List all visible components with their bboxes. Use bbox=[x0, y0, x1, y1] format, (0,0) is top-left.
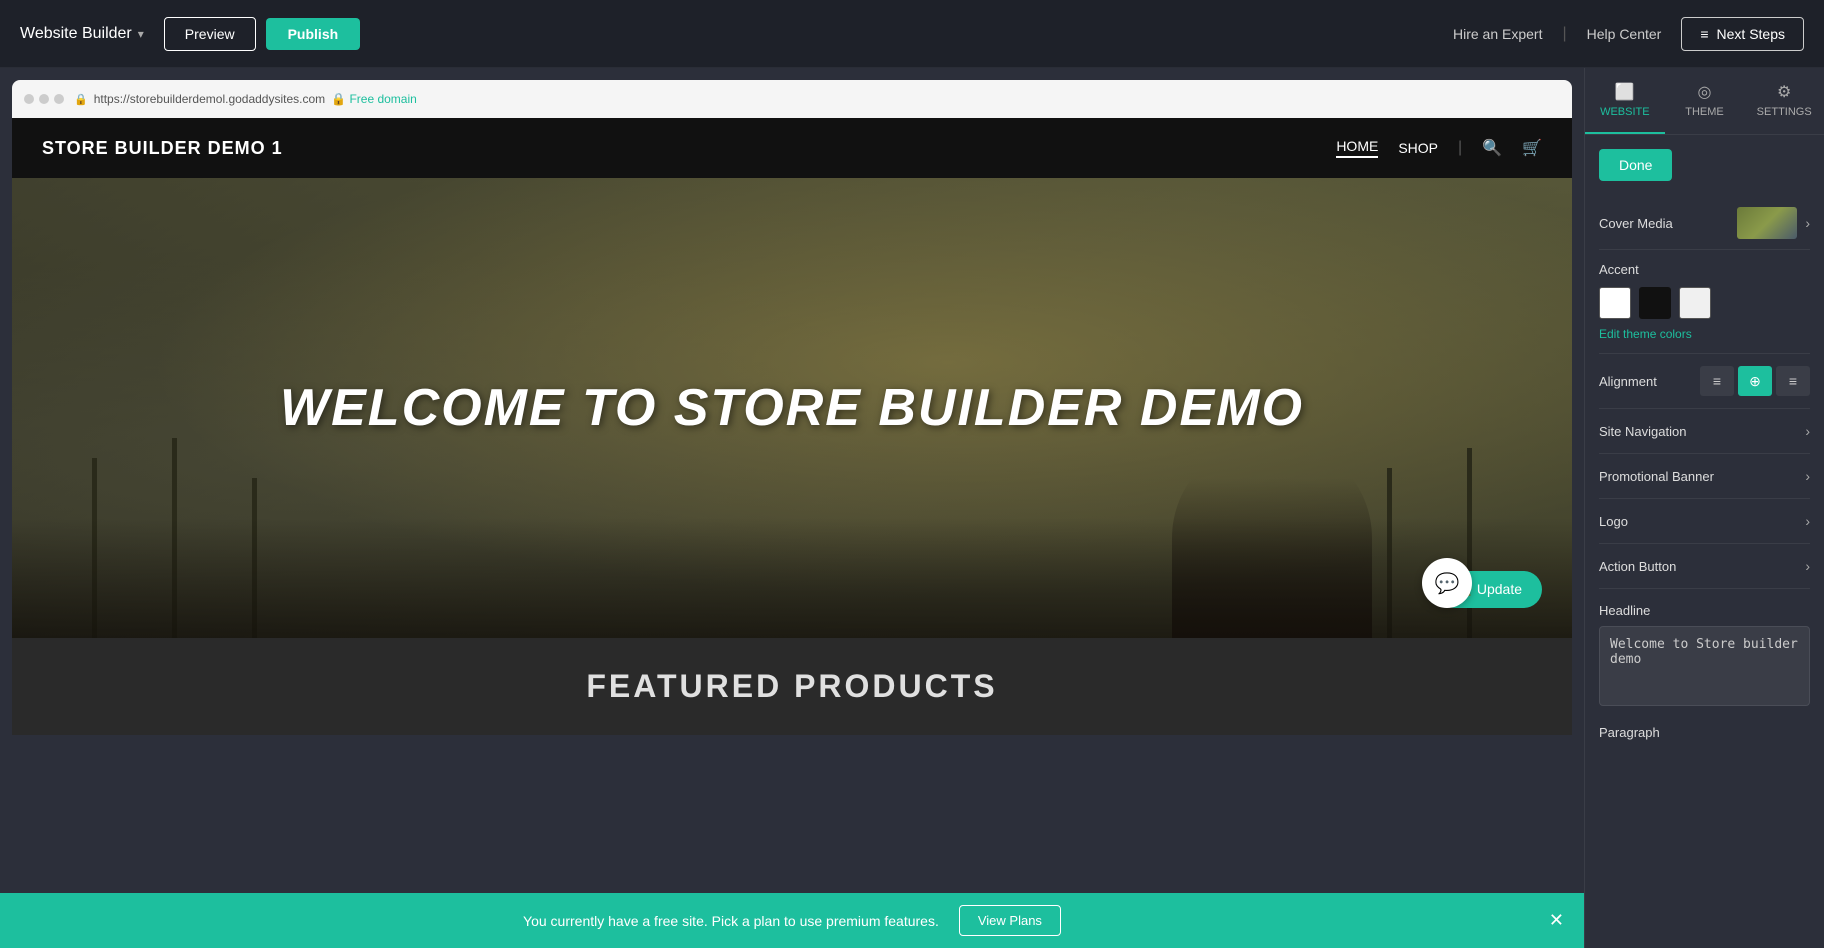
banner-close-button[interactable]: ✕ bbox=[1549, 910, 1564, 931]
dot-red bbox=[24, 94, 34, 104]
logo-section[interactable]: Logo › bbox=[1599, 499, 1810, 544]
headline-section: Headline Welcome to Store builder demo bbox=[1599, 589, 1810, 711]
theme-tab-icon: ◎ bbox=[1698, 82, 1712, 102]
accent-color-black[interactable] bbox=[1639, 287, 1671, 319]
site-navigation-section[interactable]: Site Navigation › bbox=[1599, 409, 1810, 454]
brand-chevron-icon: ▾ bbox=[138, 27, 144, 41]
browser-chrome: 🔒 https://storebuilderdemol.godaddysites… bbox=[12, 80, 1572, 118]
align-center-button[interactable]: ⊕ bbox=[1738, 366, 1772, 396]
accent-section: Accent Edit theme colors bbox=[1599, 250, 1810, 354]
promotional-banner-label: Promotional Banner bbox=[1599, 469, 1714, 484]
hero-section: WELCOME TO STORE BUILDER DEMO 🏠 Update 💬 bbox=[12, 178, 1572, 638]
alignment-section: Alignment ≡ ⊕ ≡ bbox=[1599, 354, 1810, 409]
tab-settings[interactable]: ⚙ SETTINGS bbox=[1744, 68, 1824, 134]
main-layout: 🔒 https://storebuilderdemol.godaddysites… bbox=[0, 68, 1824, 948]
dot-yellow bbox=[39, 94, 49, 104]
site-logo: STORE BUILDER DEMO 1 bbox=[42, 138, 283, 159]
bottom-banner: You currently have a free site. Pick a p… bbox=[0, 893, 1584, 948]
action-button-label: Action Button bbox=[1599, 559, 1676, 574]
accent-color-light[interactable] bbox=[1679, 287, 1711, 319]
site-nav-links: HOME SHOP | 🔍 🛒 bbox=[1336, 138, 1542, 158]
action-button-chevron-icon: › bbox=[1805, 558, 1810, 574]
search-icon[interactable]: 🔍 bbox=[1482, 138, 1502, 158]
divider: | bbox=[1562, 25, 1566, 43]
promotional-banner-section[interactable]: Promotional Banner › bbox=[1599, 454, 1810, 499]
cover-media-section[interactable]: Cover Media › bbox=[1599, 197, 1810, 250]
browser-address: 🔒 https://storebuilderdemol.godaddysites… bbox=[74, 92, 417, 106]
next-steps-button[interactable]: ≡ Next Steps bbox=[1681, 17, 1804, 51]
preview-area: 🔒 https://storebuilderdemol.godaddysites… bbox=[0, 68, 1584, 948]
panel-content: Done Cover Media › Accent Edit theme col… bbox=[1585, 135, 1824, 948]
publish-button[interactable]: Publish bbox=[266, 18, 361, 50]
view-plans-button[interactable]: View Plans bbox=[959, 905, 1061, 936]
done-button[interactable]: Done bbox=[1599, 149, 1672, 181]
brand[interactable]: Website Builder ▾ bbox=[20, 25, 144, 43]
top-bar-right: Hire an Expert | Help Center ≡ Next Step… bbox=[1453, 17, 1804, 51]
next-steps-label: Next Steps bbox=[1717, 26, 1785, 42]
site-navigation: STORE BUILDER DEMO 1 HOME SHOP | 🔍 🛒 bbox=[12, 118, 1572, 178]
cart-icon[interactable]: 🛒 bbox=[1522, 138, 1542, 158]
site-navigation-label: Site Navigation bbox=[1599, 424, 1686, 439]
paragraph-label: Paragraph bbox=[1599, 725, 1810, 740]
lock-icon: 🔒 bbox=[74, 93, 88, 106]
edit-theme-colors-link[interactable]: Edit theme colors bbox=[1599, 327, 1810, 341]
settings-tab-icon: ⚙ bbox=[1777, 82, 1791, 102]
headline-label: Headline bbox=[1599, 603, 1810, 618]
banner-text: You currently have a free site. Pick a p… bbox=[523, 913, 939, 929]
align-right-button[interactable]: ≡ bbox=[1776, 366, 1810, 396]
website-preview: STORE BUILDER DEMO 1 HOME SHOP | 🔍 🛒 bbox=[12, 118, 1572, 893]
hero-title: WELCOME TO STORE BUILDER DEMO bbox=[280, 378, 1304, 438]
browser-url: https://storebuilderdemol.godaddysites.c… bbox=[94, 92, 325, 106]
chat-icon: 💬 bbox=[1435, 571, 1460, 596]
next-steps-icon: ≡ bbox=[1700, 26, 1708, 42]
help-center-link[interactable]: Help Center bbox=[1587, 26, 1662, 42]
site-navigation-chevron-icon: › bbox=[1805, 423, 1810, 439]
promotional-banner-chevron-icon: › bbox=[1805, 468, 1810, 484]
cover-media-thumbnail bbox=[1737, 207, 1797, 239]
free-domain-link[interactable]: 🔒 Free domain bbox=[331, 92, 417, 106]
website-tab-icon: ⬜ bbox=[1615, 82, 1635, 102]
alignment-buttons: ≡ ⊕ ≡ bbox=[1700, 366, 1810, 396]
right-panel: ⬜ WEBSITE ◎ THEME ⚙ SETTINGS Done Cover … bbox=[1584, 68, 1824, 948]
featured-title: FEATURED PRODUCTS bbox=[42, 668, 1542, 705]
top-bar: Website Builder ▾ Preview Publish Hire a… bbox=[0, 0, 1824, 68]
website-tab-label: WEBSITE bbox=[1600, 106, 1650, 118]
nav-home[interactable]: HOME bbox=[1336, 138, 1378, 158]
headline-textarea[interactable]: Welcome to Store builder demo bbox=[1599, 626, 1810, 706]
align-left-button[interactable]: ≡ bbox=[1700, 366, 1734, 396]
featured-products-section: FEATURED PRODUCTS bbox=[12, 638, 1572, 735]
accent-label: Accent bbox=[1599, 262, 1810, 277]
settings-tab-label: SETTINGS bbox=[1757, 106, 1812, 118]
brand-label: Website Builder bbox=[20, 25, 132, 43]
panel-tabs: ⬜ WEBSITE ◎ THEME ⚙ SETTINGS bbox=[1585, 68, 1824, 135]
browser-dots bbox=[24, 94, 64, 104]
preview-button[interactable]: Preview bbox=[164, 17, 256, 51]
cover-media-chevron-icon: › bbox=[1805, 215, 1810, 231]
logo-chevron-icon: › bbox=[1805, 513, 1810, 529]
tab-website[interactable]: ⬜ WEBSITE bbox=[1585, 68, 1665, 134]
cover-media-label: Cover Media bbox=[1599, 216, 1673, 231]
accent-colors bbox=[1599, 287, 1810, 319]
theme-tab-label: THEME bbox=[1685, 106, 1724, 118]
cover-media-right: › bbox=[1737, 207, 1810, 239]
accent-color-white[interactable] bbox=[1599, 287, 1631, 319]
dot-green bbox=[54, 94, 64, 104]
chat-button[interactable]: 💬 bbox=[1422, 558, 1472, 608]
nav-separator: | bbox=[1458, 139, 1462, 157]
action-button-section[interactable]: Action Button › bbox=[1599, 544, 1810, 589]
alignment-label: Alignment bbox=[1599, 374, 1657, 389]
nav-shop[interactable]: SHOP bbox=[1398, 140, 1438, 156]
logo-label: Logo bbox=[1599, 514, 1628, 529]
hire-expert-link[interactable]: Hire an Expert bbox=[1453, 26, 1542, 42]
tab-theme[interactable]: ◎ THEME bbox=[1665, 68, 1745, 134]
